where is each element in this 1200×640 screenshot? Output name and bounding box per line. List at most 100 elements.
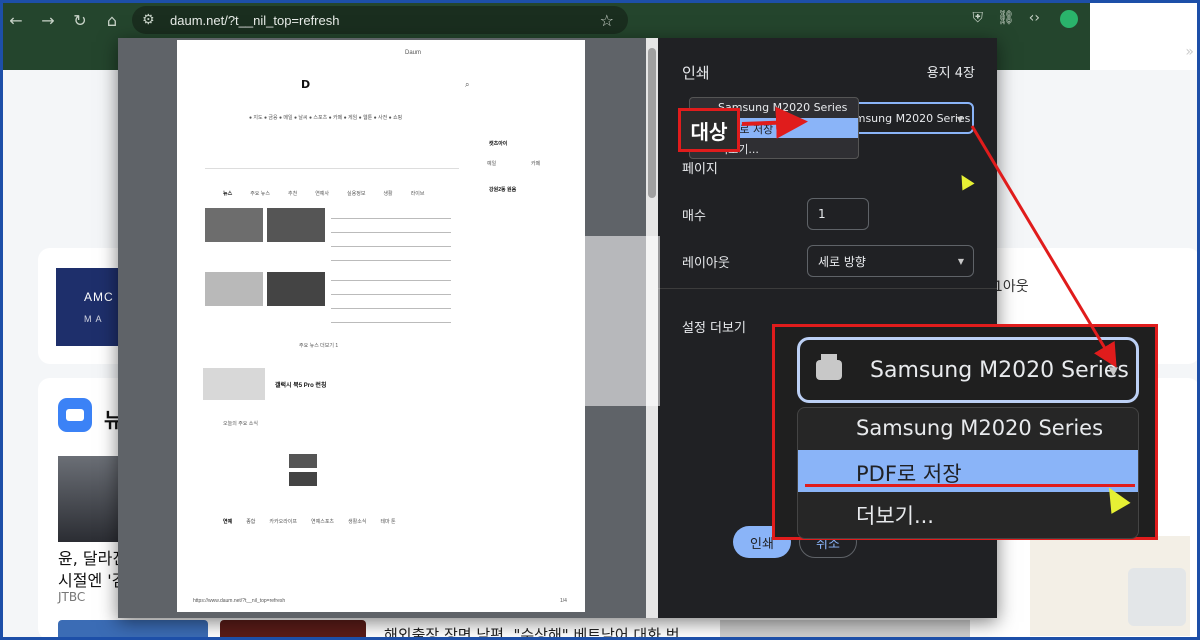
preview-search-icon: ⌕ bbox=[465, 80, 470, 89]
ad-logo[interactable]: AMC M A bbox=[56, 268, 118, 346]
preview-scroll-thumb[interactable] bbox=[648, 48, 656, 198]
copies-value: 1 bbox=[818, 207, 826, 221]
preview-text-line bbox=[331, 260, 451, 261]
news-photo[interactable] bbox=[58, 456, 118, 542]
preview-thumb bbox=[289, 472, 317, 486]
preview-bottom-tab: 연예스포츠 bbox=[311, 519, 335, 525]
preview-text-line bbox=[331, 246, 451, 247]
highlight-underline bbox=[805, 484, 1135, 487]
more-settings-toggle[interactable]: 설정 더보기 bbox=[682, 317, 746, 336]
layout-value: 세로 방향 bbox=[818, 254, 866, 269]
bottom-thumb-3[interactable] bbox=[720, 620, 970, 640]
url-text[interactable]: daum.net/?t__nil_top=refresh bbox=[170, 13, 339, 28]
preview-promo-title: 갤럭시 북5 Pro 런칭 bbox=[275, 383, 327, 389]
news-headline-line1: 윤, 달라진 bbox=[58, 549, 122, 568]
preview-header: Daum bbox=[405, 50, 422, 56]
preview-text-line bbox=[331, 308, 451, 309]
preview-side-tab: 카페 bbox=[531, 161, 541, 167]
preview-promo-image bbox=[203, 368, 265, 400]
preview-menu-row: ● 지도 ● 금융 ● 메일 ● 날씨 ● 스포츠 ● 카페 ● 게임 ● 웹툰… bbox=[249, 115, 403, 121]
ad-logo-text: AMC bbox=[84, 290, 114, 304]
preview-divider bbox=[205, 168, 459, 169]
preview-bottom-tab: 카카오라이프 bbox=[269, 519, 298, 525]
copies-input[interactable]: 1 bbox=[807, 198, 869, 230]
address-bar[interactable]: ⚙ daum.net/?t__nil_top=refresh ☆ bbox=[132, 6, 628, 34]
preview-news-image bbox=[205, 272, 263, 306]
sheet-count: 용지 4장 bbox=[926, 66, 975, 81]
bookmarks-more-button[interactable]: » bbox=[1185, 44, 1194, 60]
zoomed-option: 더보기... bbox=[856, 504, 934, 528]
preview-news-image bbox=[267, 272, 325, 306]
bookmark-star-icon[interactable]: ☆ bbox=[600, 11, 614, 30]
pages-label: 페이지 bbox=[682, 162, 718, 177]
preview-tab: 연예사 bbox=[315, 191, 330, 197]
preview-tab: 생활 bbox=[383, 191, 393, 197]
preview-bottom-tab: 생활소식 bbox=[348, 519, 367, 525]
site-settings-icon[interactable]: ⚙ bbox=[142, 12, 162, 28]
reload-icon[interactable]: ↻ bbox=[64, 11, 96, 30]
chevron-down-icon: ▼ bbox=[1108, 364, 1118, 378]
preview-side-tab: 예일 bbox=[487, 161, 497, 167]
copies-label: 매수 bbox=[682, 209, 706, 224]
zoomed-dropdown-callout: Samsung M2020 Series ▼ Samsung M2020 Ser… bbox=[772, 324, 1158, 540]
forward-icon[interactable]: → bbox=[32, 11, 64, 30]
bottom-thumb-2[interactable] bbox=[220, 620, 366, 640]
printer-icon bbox=[816, 354, 842, 380]
preview-bottom-tab: 종합 bbox=[246, 519, 256, 525]
preview-tabs: 뉴스 주요 뉴스 추천 연예사 실용정보 생활 라이브 bbox=[223, 190, 424, 197]
preview-section-title: 오늘의 주요 소식 bbox=[223, 421, 258, 427]
destination-callout: 대상 bbox=[678, 108, 740, 152]
zoomed-destination-value: Samsung M2020 Series bbox=[870, 357, 1129, 383]
preview-tab: 추천 bbox=[288, 191, 298, 197]
preview-logo: D bbox=[301, 78, 311, 91]
preview-tab: 실용정보 bbox=[347, 191, 366, 197]
preview-tab: 라이브 bbox=[410, 191, 425, 197]
preview-text-line bbox=[331, 280, 451, 281]
zoomed-destination-select: Samsung M2020 Series ▼ bbox=[797, 337, 1139, 403]
bottom-thumb-1[interactable] bbox=[58, 620, 208, 640]
preview-news-image bbox=[205, 208, 263, 242]
zoomed-option: Samsung M2020 Series bbox=[856, 416, 1104, 440]
devtools-icon[interactable]: ‹› bbox=[1029, 10, 1040, 28]
preview-side-title: 캣츠아이 bbox=[489, 141, 508, 147]
watermark-logo bbox=[1128, 568, 1186, 626]
preview-side-item: 강원2동 원음 bbox=[489, 187, 517, 193]
preview-text-line bbox=[331, 294, 451, 295]
chevron-down-icon: ▼ bbox=[957, 257, 964, 266]
window-margin bbox=[1090, 0, 1200, 70]
preview-bottom-tabs: 연예 종합 카카오라이프 연예스포츠 생활소식 테마 톤 bbox=[223, 518, 396, 525]
home-icon[interactable]: ⌂ bbox=[96, 11, 128, 30]
preview-tab: 주요 뉴스 bbox=[250, 191, 270, 197]
layout-label: 레이아웃 bbox=[682, 256, 730, 271]
preview-footer-page: 1/4 bbox=[560, 598, 567, 604]
print-title: 인쇄 bbox=[682, 64, 710, 82]
preview-text-line bbox=[331, 232, 451, 233]
layout-label[interactable]: 1아웃 bbox=[994, 276, 1029, 296]
bottom-headline[interactable]: 해외출장 장면 남편, "수상해" 베트남어 대화 번... bbox=[384, 624, 694, 640]
preview-news-more: 주요 뉴스 더보기 1 bbox=[299, 343, 339, 349]
layout-select[interactable]: 세로 방향 ▼ bbox=[807, 245, 974, 277]
preview-bottom-tab: 연예 bbox=[223, 519, 233, 525]
destination-value: Samsung M2020 Series bbox=[841, 111, 971, 125]
back-icon[interactable]: ← bbox=[0, 11, 32, 30]
watermark-overlay bbox=[514, 236, 660, 406]
zoomed-dropdown-menu: Samsung M2020 Series PDF로 저장 더보기... bbox=[797, 407, 1139, 539]
incognito-icon[interactable]: ⛨ bbox=[973, 10, 984, 28]
ad-logo-sub: M A bbox=[84, 314, 103, 324]
news-icon bbox=[58, 398, 92, 432]
preview-thumb bbox=[289, 454, 317, 468]
preview-text-line bbox=[331, 322, 451, 323]
preview-bottom-tab: 테마 톤 bbox=[380, 519, 396, 525]
link-icon[interactable]: ⛓ bbox=[997, 10, 1015, 28]
settings-divider bbox=[658, 288, 997, 289]
preview-tab: 뉴스 bbox=[223, 191, 233, 197]
news-headline[interactable]: 윤, 달라진 시절엔 '검 bbox=[58, 548, 122, 592]
preview-text-line bbox=[331, 218, 451, 219]
toolbar-actions: ⛨ ⛓ ‹› bbox=[973, 10, 1078, 28]
news-source: JTBC bbox=[58, 590, 86, 604]
preview-news-image bbox=[267, 208, 325, 242]
extension-icon[interactable] bbox=[1060, 10, 1078, 28]
news-headline-line2: 시절엔 '검 bbox=[58, 571, 122, 590]
browser-toolbar: ← → ↻ ⌂ ⚙ daum.net/?t__nil_top=refresh ☆… bbox=[0, 0, 1090, 40]
chevron-down-icon: ▼ bbox=[956, 115, 963, 124]
